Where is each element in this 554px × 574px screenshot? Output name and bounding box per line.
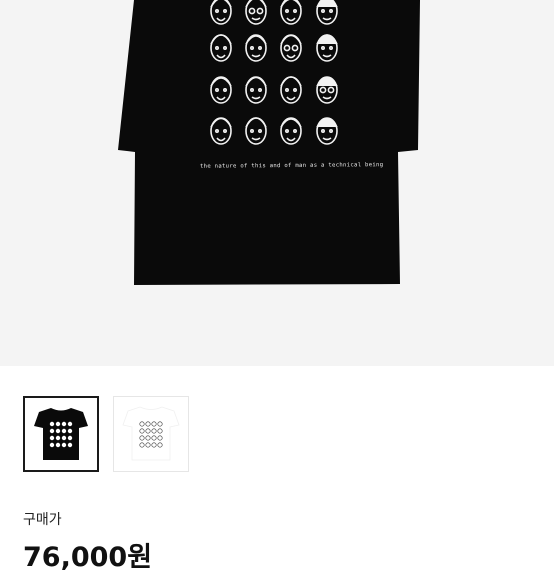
mini-face-icon: [61, 435, 67, 441]
mini-face-icon: [49, 428, 55, 434]
purchase-price: 76,000원: [23, 542, 153, 573]
purchase-price-label: 구매가: [23, 512, 62, 528]
mini-face-icon: [67, 435, 73, 441]
mini-face-icon: [55, 435, 61, 441]
mini-face-icon: [49, 442, 55, 448]
mini-face-icon: [67, 428, 73, 434]
product-main-image[interactable]: the nature of this and of man as a techn…: [0, 0, 554, 366]
mini-face-icon: [55, 428, 61, 434]
mini-face-icon: [55, 421, 61, 427]
mini-face-icon: [67, 442, 73, 448]
mini-face-icon: [61, 428, 67, 434]
mini-face-icon: [67, 421, 73, 427]
mini-face-icon: [61, 442, 67, 448]
mini-face-icon: [49, 421, 55, 427]
thumbnail-white-tshirt[interactable]: [113, 396, 189, 472]
mini-face-icon: [49, 435, 55, 441]
tshirt-illustration: [118, 0, 420, 285]
thumbnail-black-tshirt[interactable]: [23, 396, 99, 472]
black-tshirt-thumbnail-icon: [25, 398, 97, 470]
mini-face-icon: [55, 442, 61, 448]
white-tshirt-thumbnail-icon: [114, 397, 188, 471]
mini-face-icon: [61, 421, 67, 427]
